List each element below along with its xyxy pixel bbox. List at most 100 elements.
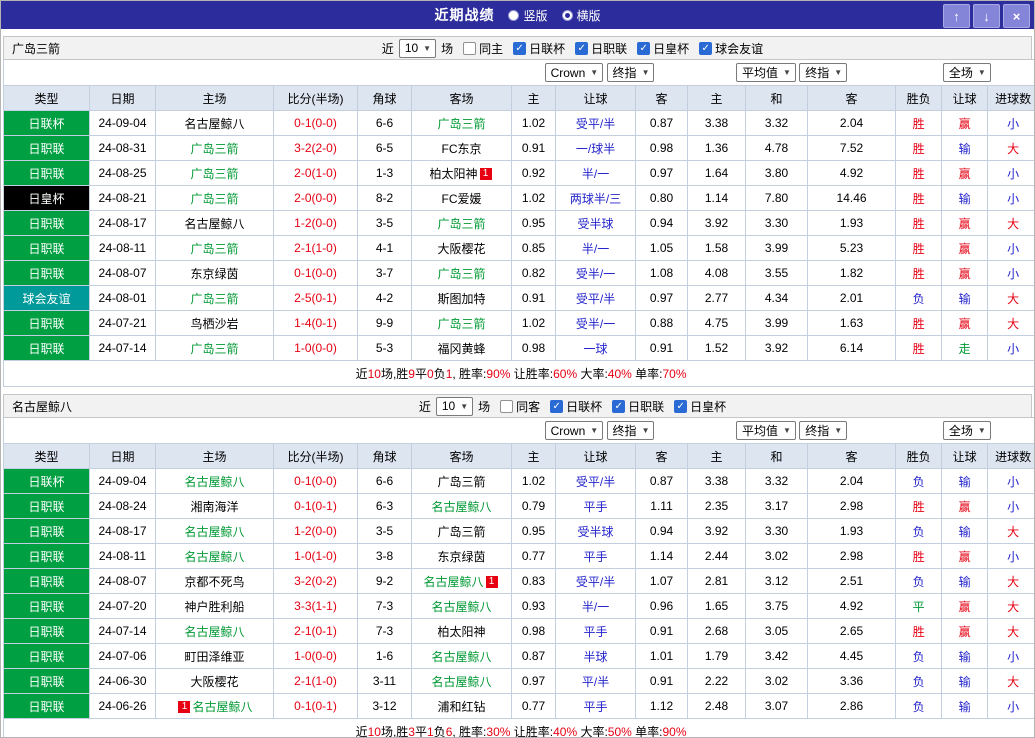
filter-checkbox[interactable]: ✓ 日职联: [575, 40, 627, 57]
euro-away-odds-cell: 4.92: [807, 160, 897, 186]
euro-draw-odds-cell: 3.55: [745, 260, 809, 286]
handicap-cell: 受平/半: [555, 568, 637, 594]
euro-home-odds-cell: 2.22: [687, 668, 747, 694]
column-header: 客: [807, 85, 897, 111]
result-handicap-cell: 输: [941, 668, 989, 694]
handicap-cell: 平手: [555, 543, 637, 569]
team-name-text: 名古屋鲸八: [184, 116, 245, 131]
radio-vertical[interactable]: 竖版: [508, 7, 548, 24]
date-cell: 24-07-21: [89, 310, 156, 336]
odds-select[interactable]: Crown ▼: [544, 421, 604, 441]
summary-segment: 10: [367, 367, 381, 381]
score-cell: 0-1(0-1): [273, 493, 358, 519]
match-count-select[interactable]: 10 ▼: [435, 396, 474, 416]
summary-segment: 90%: [662, 725, 687, 738]
handicap-cell: 受半球: [555, 210, 637, 236]
odds-select[interactable]: 平均值 ▼: [735, 421, 796, 440]
asia-away-odds-cell: 0.94: [635, 210, 689, 236]
asia-home-odds-cell: 0.87: [511, 643, 557, 669]
filter-checkbox[interactable]: ✓ 日联杯: [550, 398, 602, 415]
odds-select[interactable]: 终指 ▼: [799, 421, 848, 440]
column-header: 客场: [410, 443, 513, 469]
layout-radio-group: 竖版 横版: [508, 7, 601, 24]
checkbox-icon: ✓: [637, 41, 651, 55]
asia-away-odds-cell: 1.08: [635, 260, 689, 286]
result-goals-cell: 小: [987, 335, 1034, 361]
close-button[interactable]: ×: [1003, 4, 1030, 28]
summary-segment: 平: [414, 367, 427, 381]
match-row: 日职联 24-08-11 名古屋鲸八 1-0(1-0) 3-8 东京绿茵 0.77 平手 1.1…: [3, 543, 1034, 569]
column-header: 主场: [155, 443, 274, 469]
radio-horizontal[interactable]: 横版: [561, 7, 601, 24]
column-header: 客: [635, 443, 689, 469]
corner-cell: 4-1: [357, 235, 412, 261]
asia-away-odds-cell: 0.97: [635, 160, 689, 186]
euro-draw-odds-cell: 3.80: [745, 160, 809, 186]
checkbox-label: 同主: [479, 41, 504, 56]
away-team-cell: 名古屋鲸八: [410, 493, 513, 519]
filter-checkbox[interactable]: ✓ 球会友谊: [699, 40, 763, 57]
score-cell: 2-0(0-0): [273, 185, 358, 211]
team-name-text: 广岛三箭: [437, 474, 486, 489]
odds-select[interactable]: Crown ▼: [544, 63, 604, 83]
match-count-select[interactable]: 10 ▼: [398, 38, 437, 58]
filter-checkbox[interactable]: ✓ 日职联: [612, 398, 664, 415]
result-outcome-cell: 胜: [895, 310, 943, 336]
column-header: 角球: [357, 443, 412, 469]
euro-away-odds-cell: 7.52: [807, 135, 897, 161]
games-label: 场: [441, 41, 454, 56]
odds-select[interactable]: 终指 ▼: [606, 420, 655, 440]
euro-home-odds-cell: 1.64: [687, 160, 747, 186]
down-button[interactable]: ↓: [973, 4, 1000, 28]
league-cell: 日职联: [3, 160, 90, 186]
asia-away-odds-cell: 1.14: [635, 543, 689, 569]
handicap-cell: 受半球: [555, 518, 637, 544]
chevron-down-icon: ▼: [977, 426, 986, 435]
summary-row: 近10场,胜9平0负1, 胜率:90% 让胜率:60% 大率:40% 单率:70…: [2, 360, 1034, 387]
team-name-text: 广岛三箭: [190, 141, 239, 156]
handicap-cell: 受平/半: [555, 110, 637, 136]
handicap-cell: 半球: [555, 643, 637, 669]
asia-away-odds-cell: 0.97: [635, 285, 689, 311]
odds-select-value: Crown: [550, 65, 586, 80]
score-cell: 1-0(0-0): [273, 335, 358, 361]
team-name-text: 广岛三箭: [437, 316, 486, 331]
away-team-cell: 广岛三箭: [410, 110, 513, 136]
odds-select[interactable]: 平均值 ▼: [735, 63, 796, 82]
chevron-down-icon: ▼: [782, 68, 791, 77]
team-section: 广岛三箭近 10 ▼ 场同主 ✓ 日联杯 ✓ 日职联 ✓ 日皇杯 ✓ 球会友谊 Crown ▼ 终指 ▼ 平均…: [2, 36, 1034, 387]
date-cell: 24-08-25: [89, 160, 156, 186]
odds-select[interactable]: 终指 ▼: [606, 62, 655, 82]
filter-checkbox[interactable]: 同主: [463, 40, 503, 57]
summary-segment: 单率:: [631, 725, 663, 738]
team-name-text: 广岛三箭: [190, 191, 239, 206]
euro-home-odds-cell: 1.52: [687, 335, 747, 361]
filter-checkbox[interactable]: 同客: [500, 398, 540, 415]
up-button[interactable]: ↑: [943, 4, 970, 28]
match-row: 日职联 24-08-11 广岛三箭 2-1(1-0) 4-1 大阪樱花 0.85 半/一 1.0…: [3, 235, 1034, 261]
date-cell: 24-08-01: [89, 285, 156, 311]
section-header: 名古屋鲸八近 10 ▼ 场同客 ✓ 日联杯 ✓ 日职联 ✓ 日皇杯: [3, 394, 1032, 417]
section-team-name: 广岛三箭: [12, 41, 61, 56]
euro-away-odds-cell: 1.93: [807, 518, 897, 544]
odds-select[interactable]: 全场 ▼: [942, 421, 991, 440]
odds-select[interactable]: 全场 ▼: [942, 63, 991, 82]
team-name-text: 福冈黄蜂: [437, 341, 486, 356]
filter-checkbox[interactable]: ✓ 日皇杯: [637, 40, 689, 57]
odds-select[interactable]: 终指 ▼: [799, 63, 848, 82]
euro-draw-odds-cell: 3.32: [745, 468, 809, 494]
window-controls: ↑ ↓ ×: [943, 4, 1030, 28]
result-handicap-cell: 赢: [941, 160, 989, 186]
euro-home-odds-cell: 1.14: [687, 185, 747, 211]
corner-cell: 9-9: [357, 310, 412, 336]
filter-checkbox[interactable]: ✓ 日皇杯: [674, 398, 726, 415]
asia-away-odds-cell: 0.91: [635, 668, 689, 694]
filter-checkbox[interactable]: ✓ 日联杯: [513, 40, 565, 57]
result-handicap-cell: 输: [941, 693, 989, 719]
euro-draw-odds-cell: 3.17: [745, 493, 809, 519]
result-outcome-cell: 负: [895, 285, 943, 311]
match-row: 日职联 24-07-14 广岛三箭 1-0(0-0) 5-3 福冈黄蜂 0.98 一球 0.91…: [3, 335, 1034, 361]
games-label: 场: [478, 399, 491, 414]
league-cell: 日联杯: [3, 468, 90, 494]
summary-segment: 90%: [486, 367, 511, 381]
